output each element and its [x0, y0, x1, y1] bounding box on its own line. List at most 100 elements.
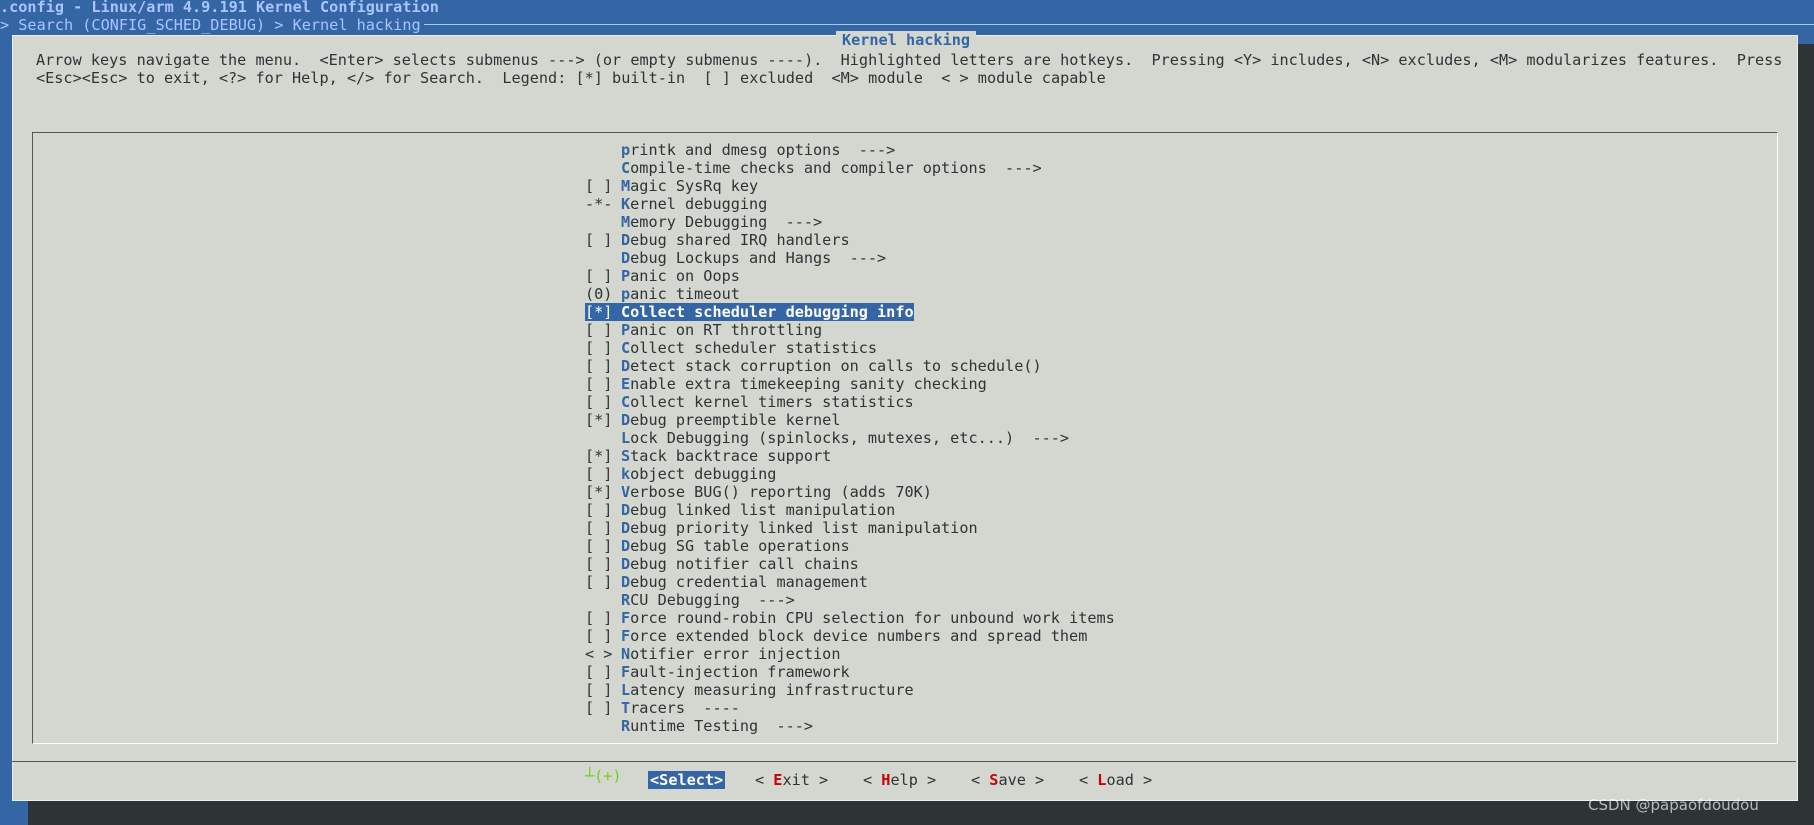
menu-item[interactable]: Lock Debugging (spinlocks, mutexes, etc.…: [585, 429, 1115, 447]
load-button[interactable]: < Load >: [1079, 771, 1152, 789]
menu-item[interactable]: < > Notifier error injection: [585, 645, 1115, 663]
menu-item-state[interactable]: -*-: [585, 195, 621, 213]
menu-item-state[interactable]: [ ]: [585, 339, 621, 357]
menu-item[interactable]: [*] Debug preemptible kernel: [585, 411, 1115, 429]
menu-item-hotkey: R: [621, 591, 631, 609]
menu-item-state[interactable]: [ ]: [585, 681, 621, 699]
menu-item-state[interactable]: [ ]: [585, 555, 621, 573]
menu-item-state[interactable]: [ ]: [585, 465, 621, 483]
menu-item-state[interactable]: [ ]: [585, 393, 621, 411]
menu-item-hotkey: E: [621, 375, 631, 393]
menu-item-hotkey: D: [621, 231, 631, 249]
menu-item-label: ebug Lockups and Hangs --->: [630, 249, 887, 267]
menu-item[interactable]: printk and dmesg options --->: [585, 141, 1115, 159]
menu-item-label: ock Debugging (spinlocks, mutexes, etc..…: [630, 429, 1070, 447]
menu-item[interactable]: [ ] Debug shared IRQ handlers: [585, 231, 1115, 249]
menu-item-hotkey: P: [621, 267, 631, 285]
menu-item-state[interactable]: [ ]: [585, 537, 621, 555]
exit-button[interactable]: < Exit >: [755, 771, 828, 789]
menu-item[interactable]: [ ] kobject debugging: [585, 465, 1115, 483]
menu-item[interactable]: [*] Collect scheduler debugging info: [585, 303, 1115, 321]
menu-item-hotkey: D: [621, 573, 631, 591]
menu-item[interactable]: [ ] Collect scheduler statistics: [585, 339, 1115, 357]
menu-item-label: ompile-time checks and compiler options …: [630, 159, 1042, 177]
menu-item-state[interactable]: [ ]: [585, 231, 621, 249]
menu-item-state[interactable]: [ ]: [585, 177, 621, 195]
menu-item-state[interactable]: [*]: [585, 483, 621, 501]
menu-item[interactable]: Memory Debugging --->: [585, 213, 1115, 231]
menu-item-state[interactable]: [ ]: [585, 663, 621, 681]
menu-item[interactable]: [ ] Panic on Oops: [585, 267, 1115, 285]
menu-item-state[interactable]: [ ]: [585, 321, 621, 339]
menu-item-state[interactable]: (0): [585, 285, 621, 303]
menu-item-hotkey: p: [621, 285, 631, 303]
menu-item-state[interactable]: [ ]: [585, 357, 621, 375]
menu-item-label: ault-injection framework: [630, 663, 850, 681]
menu-item-state[interactable]: [ ]: [585, 699, 621, 717]
help-line-1: Arrow keys navigate the menu. <Enter> se…: [36, 51, 1783, 69]
menu-item-label: ebug notifier call chains: [630, 555, 859, 573]
menu-item[interactable]: [ ] Collect kernel timers statistics: [585, 393, 1115, 411]
menu-item-label: orce round-robin CPU selection for unbou…: [630, 609, 1115, 627]
menu-item-label: erbose BUG() reporting (adds 70K): [630, 483, 932, 501]
menu-item-state[interactable]: [*]: [585, 447, 621, 465]
menu-item[interactable]: [ ] Panic on RT throttling: [585, 321, 1115, 339]
menu-item-hotkey: M: [621, 177, 631, 195]
menu-item-label: nable extra timekeeping sanity checking: [630, 375, 987, 393]
menu-item[interactable]: [ ] Tracers ----: [585, 699, 1115, 717]
button-bar: <Select> < Exit > < Help > < Save > < Lo…: [12, 769, 1798, 791]
menu-item-hotkey: D: [621, 501, 631, 519]
menu-item[interactable]: [ ] Force extended block device numbers a…: [585, 627, 1115, 645]
menu-item[interactable]: [ ] Magic SysRq key: [585, 177, 1115, 195]
menu-item-hotkey: P: [621, 321, 631, 339]
menu-item[interactable]: Runtime Testing --->: [585, 717, 1115, 735]
help-button[interactable]: < Help >: [863, 771, 936, 789]
select-button[interactable]: <Select>: [648, 771, 726, 789]
menu-item-hotkey: D: [621, 519, 631, 537]
menu-item-state[interactable]: [ ]: [585, 627, 621, 645]
menu-item-state[interactable]: [*]: [585, 303, 621, 321]
menu-item[interactable]: Debug Lockups and Hangs --->: [585, 249, 1115, 267]
menu-item[interactable]: [ ] Debug priority linked list manipulati…: [585, 519, 1115, 537]
menu-item-state[interactable]: [ ]: [585, 573, 621, 591]
menu-item-label: anic on RT throttling: [630, 321, 823, 339]
menu-item-state[interactable]: [ ]: [585, 375, 621, 393]
menu-item-state[interactable]: [ ]: [585, 267, 621, 285]
menu-item-label: untime Testing --->: [630, 717, 814, 735]
menu-item-hotkey: D: [621, 411, 631, 429]
menu-item[interactable]: [*] Verbose BUG() reporting (adds 70K): [585, 483, 1115, 501]
menu-item-label: ollect scheduler debugging info: [630, 303, 914, 321]
menu-item[interactable]: -*- Kernel debugging: [585, 195, 1115, 213]
menu-item-hotkey: F: [621, 663, 631, 681]
menu-item-state[interactable]: [ ]: [585, 519, 621, 537]
menu-item[interactable]: [ ] Debug linked list manipulation: [585, 501, 1115, 519]
menu-item-label: orce extended block device numbers and s…: [630, 627, 1088, 645]
menu-item-label: ebug priority linked list manipulation: [630, 519, 978, 537]
menu-item[interactable]: [ ] Force round-robin CPU selection for u…: [585, 609, 1115, 627]
menu-item[interactable]: [ ] Debug SG table operations: [585, 537, 1115, 555]
menu-item[interactable]: RCU Debugging --->: [585, 591, 1115, 609]
menu-item-state[interactable]: < >: [585, 645, 621, 663]
menu-item[interactable]: Compile-time checks and compiler options…: [585, 159, 1115, 177]
menu-item-hotkey: T: [621, 699, 631, 717]
menu-item-hotkey: D: [621, 537, 631, 555]
menu-item-state[interactable]: [ ]: [585, 501, 621, 519]
menu-item-hotkey: L: [621, 429, 631, 447]
menu-item[interactable]: (0) panic timeout: [585, 285, 1115, 303]
menu-item[interactable]: [ ] Debug notifier call chains: [585, 555, 1115, 573]
menu-item-label: emory Debugging --->: [630, 213, 823, 231]
breadcrumb-rule: [424, 24, 1814, 25]
menu-item[interactable]: [ ] Debug credential management: [585, 573, 1115, 591]
menu-item-state[interactable]: [*]: [585, 411, 621, 429]
menu-item[interactable]: [ ] Latency measuring infrastructure: [585, 681, 1115, 699]
menu-list: printk and dmesg options ---> Compile-tim…: [585, 141, 1115, 735]
menu-item-hotkey: R: [621, 717, 631, 735]
menu-item-hotkey: C: [621, 339, 631, 357]
menu-item[interactable]: [*] Stack backtrace support: [585, 447, 1115, 465]
menu-item[interactable]: [ ] Detect stack corruption on calls to s…: [585, 357, 1115, 375]
menu-item-hotkey: p: [621, 141, 631, 159]
menu-item[interactable]: [ ] Enable extra timekeeping sanity check…: [585, 375, 1115, 393]
menu-item-state[interactable]: [ ]: [585, 609, 621, 627]
save-button[interactable]: < Save >: [971, 771, 1044, 789]
menu-item[interactable]: [ ] Fault-injection framework: [585, 663, 1115, 681]
